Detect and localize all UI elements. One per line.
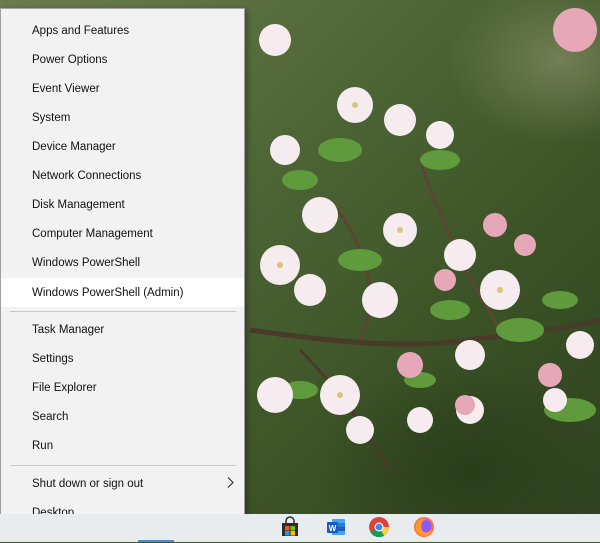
menu-item-label: Event Viewer — [32, 82, 100, 95]
menu-item-label: File Explorer — [32, 381, 97, 394]
menu-item-run[interactable]: Run — [1, 431, 244, 460]
menu-item-label: Disk Management — [32, 198, 125, 211]
chevron-right-icon — [226, 476, 234, 491]
menu-item-label: Shut down or sign out — [32, 477, 144, 490]
menu-item-search[interactable]: Search — [1, 402, 244, 431]
menu-item-label: Run — [32, 439, 54, 452]
firefox-icon[interactable] — [413, 516, 435, 538]
menu-item-shut-down-or-sign-out[interactable]: Shut down or sign out — [1, 469, 244, 498]
menu-separator — [10, 311, 236, 312]
menu-item-label: Power Options — [32, 53, 108, 66]
menu-item-computer-management[interactable]: Computer Management — [1, 219, 244, 248]
menu-separator — [10, 465, 236, 466]
menu-item-task-manager[interactable]: Task Manager — [1, 315, 244, 344]
winx-context-menu: Apps and Features Power Options Event Vi… — [0, 8, 245, 534]
chrome-icon[interactable] — [368, 516, 390, 538]
menu-item-label: Task Manager — [32, 323, 105, 336]
menu-item-network-connections[interactable]: Network Connections — [1, 161, 244, 190]
menu-item-label: System — [32, 111, 71, 124]
menu-item-label: Apps and Features — [32, 24, 130, 37]
menu-item-apps-and-features[interactable]: Apps and Features — [1, 16, 244, 45]
menu-item-label: Windows PowerShell — [32, 256, 141, 269]
menu-item-label: Windows PowerShell (Admin) — [32, 286, 184, 299]
menu-item-device-manager[interactable]: Device Manager — [1, 132, 244, 161]
menu-item-system[interactable]: System — [1, 103, 244, 132]
word-icon[interactable]: W — [325, 516, 347, 538]
menu-item-windows-powershell[interactable]: Windows PowerShell — [1, 248, 244, 277]
menu-item-label: Device Manager — [32, 140, 116, 153]
svg-text:W: W — [329, 524, 337, 533]
taskbar: W — [0, 514, 600, 542]
microsoft-store-icon[interactable] — [279, 516, 301, 538]
menu-item-label: Network Connections — [32, 169, 142, 182]
menu-item-disk-management[interactable]: Disk Management — [1, 190, 244, 219]
menu-item-label: Search — [32, 410, 69, 423]
menu-item-label: Computer Management — [32, 227, 153, 240]
menu-item-windows-powershell-admin[interactable]: Windows PowerShell (Admin) — [1, 278, 244, 307]
menu-item-event-viewer[interactable]: Event Viewer — [1, 74, 244, 103]
menu-item-settings[interactable]: Settings — [1, 344, 244, 373]
menu-item-power-options[interactable]: Power Options — [1, 45, 244, 74]
menu-item-file-explorer[interactable]: File Explorer — [1, 373, 244, 402]
menu-item-label: Settings — [32, 352, 74, 365]
